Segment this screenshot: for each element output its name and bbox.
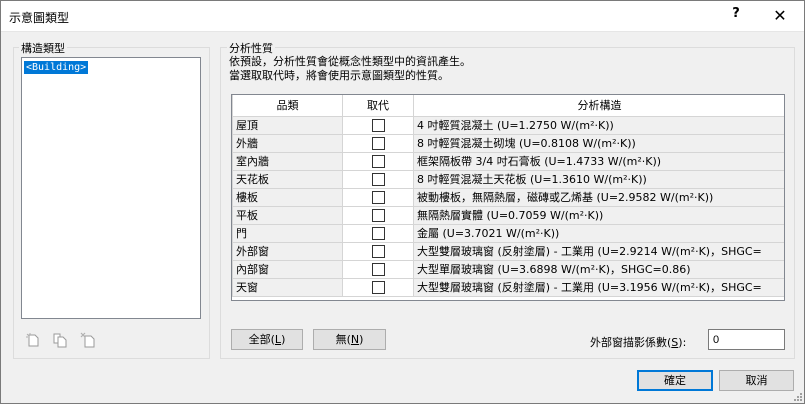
resize-grip-icon[interactable] [792, 391, 803, 402]
cell-override [342, 277, 414, 297]
cell-category: 內部窗 [232, 259, 343, 279]
analytic-properties-group-label: 分析性質 [227, 40, 275, 56]
cell-category: 室內牆 [232, 151, 343, 171]
description-line-1: 依預設，分析性質會從概念性類型中的資訊產生。 [229, 55, 471, 68]
close-button[interactable]: ✕ [762, 4, 798, 28]
header-override[interactable]: 取代 [342, 95, 414, 117]
table-row[interactable]: 內部窗 大型單層玻璃窗 (U=3.6898 W/(m²·K)，SHGC=0.86) [232, 259, 784, 279]
cell-analytic-construction[interactable]: 金屬 (U=3.7021 W/(m²·K)) [413, 223, 784, 243]
cell-analytic-construction[interactable]: 大型雙層玻璃窗 (反射塗層) - 工業用 (U=3.1956 W/(m²·K)，… [413, 277, 784, 297]
override-checkbox[interactable] [371, 154, 385, 168]
cell-analytic-construction[interactable]: 4 吋輕質混凝土 (U=1.2750 W/(m²·K)) [413, 115, 784, 135]
select-none-label: 無( [335, 333, 351, 346]
cell-category: 平板 [232, 205, 343, 225]
select-none-button[interactable]: 無(N) [313, 329, 386, 350]
duplicate-type-icon[interactable] [52, 332, 68, 348]
cell-override [342, 151, 414, 171]
delete-type-icon[interactable] [80, 332, 96, 348]
table-row[interactable]: 門 金屬 (U=3.7021 W/(m²·K)) [232, 223, 784, 243]
cell-override [342, 205, 414, 225]
cell-override [342, 169, 414, 189]
select-all-label: 全部( [248, 333, 275, 346]
cell-analytic-construction[interactable]: 大型單層玻璃窗 (U=3.6898 W/(m²·K)，SHGC=0.86) [413, 259, 784, 279]
cell-category: 外牆 [232, 133, 343, 153]
override-checkbox[interactable] [371, 172, 385, 186]
table-row[interactable]: 外牆 8 吋輕質混凝土砌塊 (U=0.8108 W/(m²·K)) [232, 133, 784, 153]
override-checkbox[interactable] [371, 208, 385, 222]
cell-analytic-construction[interactable]: 8 吋輕質混凝土天花板 (U=1.3610 W/(m²·K)) [413, 169, 784, 189]
header-category[interactable]: 品類 [232, 95, 343, 117]
table-row[interactable]: 天花板 8 吋輕質混凝土天花板 (U=1.3610 W/(m²·K)) [232, 169, 784, 189]
shading-coefficient-input[interactable] [708, 329, 785, 350]
analytic-description: 依預設，分析性質會從概念性類型中的資訊產生。 當選取取代時，將會使用示意圖類型的… [229, 55, 471, 83]
cell-category: 外部窗 [232, 241, 343, 261]
override-checkbox[interactable] [371, 136, 385, 150]
select-all-button[interactable]: 全部(L) [231, 329, 303, 350]
cell-category: 屋頂 [232, 115, 343, 135]
new-type-icon[interactable] [25, 332, 41, 348]
cell-override [342, 223, 414, 243]
cell-category: 門 [232, 223, 343, 243]
shading-coefficient-label: 外部窗描影係數(S): [590, 334, 686, 350]
cell-category: 樓板 [232, 187, 343, 207]
cell-override [342, 241, 414, 261]
description-line-2: 當選取取代時，將會使用示意圖類型的性質。 [229, 69, 449, 82]
type-list-item-building[interactable]: <Building> [24, 61, 89, 74]
header-analytic[interactable]: 分析構造 [413, 95, 784, 117]
table-row[interactable]: 室內牆 框架隔板帶 3/4 吋石膏板 (U=1.4733 W/(m²·K)) [232, 151, 784, 171]
cell-analytic-construction[interactable]: 無隔熱層實體 (U=0.7059 W/(m²·K)) [413, 205, 784, 225]
analytic-construction-table: 品類 取代 分析構造 屋頂 4 吋輕質混凝土 (U=1.2750 W/(m²·K)… [231, 94, 785, 301]
cell-override [342, 115, 414, 135]
cell-override [342, 133, 414, 153]
override-checkbox[interactable] [371, 190, 385, 204]
table-row[interactable]: 天窗 大型雙層玻璃窗 (反射塗層) - 工業用 (U=3.1956 W/(m²·K… [232, 277, 784, 297]
override-checkbox[interactable] [371, 280, 385, 294]
shading-label-prefix: 外部窗描影係數( [590, 336, 672, 349]
cancel-button[interactable]: 取消 [719, 370, 794, 391]
cell-analytic-construction[interactable]: 8 吋輕質混凝土砌塊 (U=0.8108 W/(m²·K)) [413, 133, 784, 153]
select-all-hotkey: L [274, 333, 282, 346]
construction-type-group-label: 構造類型 [19, 40, 67, 56]
override-checkbox[interactable] [371, 118, 385, 132]
cell-override [342, 259, 414, 279]
table-row[interactable]: 平板 無隔熱層實體 (U=0.7059 W/(m²·K)) [232, 205, 784, 225]
construction-type-list[interactable]: <Building> [21, 57, 201, 319]
cell-category: 天窗 [232, 277, 343, 297]
table-row[interactable]: 樓板 被動樓板，無隔熱層，磁磚或乙烯基 (U=2.9582 W/(m²·K)) [232, 187, 784, 207]
override-checkbox[interactable] [371, 262, 385, 276]
override-checkbox[interactable] [371, 244, 385, 258]
cell-analytic-construction[interactable]: 框架隔板帶 3/4 吋石膏板 (U=1.4733 W/(m²·K)) [413, 151, 784, 171]
cell-override [342, 187, 414, 207]
table-row[interactable]: 屋頂 4 吋輕質混凝土 (U=1.2750 W/(m²·K)) [232, 115, 784, 135]
help-button[interactable]: ? [722, 6, 750, 26]
override-checkbox[interactable] [371, 226, 385, 240]
cell-category: 天花板 [232, 169, 343, 189]
window-title: 示意圖類型 [9, 11, 70, 25]
table-row[interactable]: 外部窗 大型雙層玻璃窗 (反射塗層) - 工業用 (U=2.9214 W/(m²·… [232, 241, 784, 261]
ok-button[interactable]: 確定 [637, 370, 713, 391]
table-header-row: 品類 取代 分析構造 [232, 95, 784, 117]
cell-analytic-construction[interactable]: 被動樓板，無隔熱層，磁磚或乙烯基 (U=2.9582 W/(m²·K)) [413, 187, 784, 207]
title-bar: 示意圖類型 ? ✕ [0, 0, 805, 32]
select-none-hotkey: N [350, 333, 360, 346]
shading-label-suffix: ): [678, 336, 687, 349]
cell-analytic-construction[interactable]: 大型雙層玻璃窗 (反射塗層) - 工業用 (U=2.9214 W/(m²·K)，… [413, 241, 784, 261]
